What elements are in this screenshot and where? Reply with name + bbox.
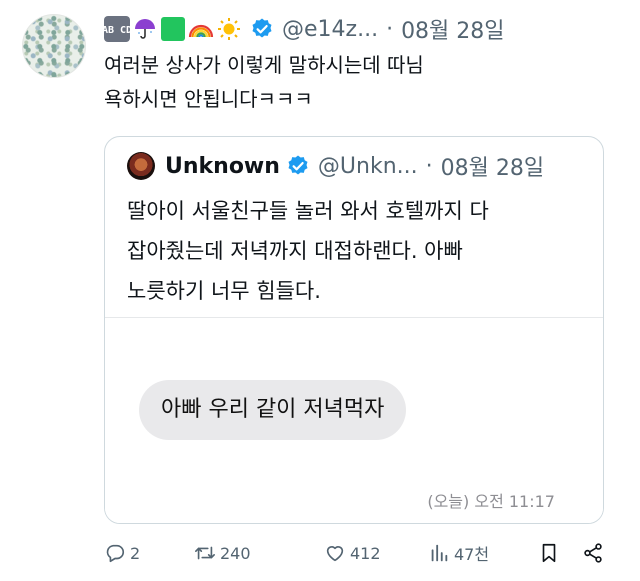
abcd-emoji-icon: AB CD	[102, 16, 132, 42]
reply-icon	[106, 544, 125, 563]
bookmark-button[interactable]	[538, 542, 564, 564]
umbrella-emoji-icon	[132, 16, 158, 42]
retweet-count: 240	[220, 543, 251, 563]
retweet-button[interactable]: 240	[194, 542, 251, 564]
like-button[interactable]: 412	[324, 542, 381, 564]
rainbow-emoji-icon	[188, 16, 214, 42]
quoted-text-line: 잡아줬는데 저녁까지 대접하랜다. 아빠	[127, 239, 463, 263]
author-handle[interactable]: @e14z...	[282, 17, 378, 42]
quoted-tweet-image[interactable]: 아빠 우리 같이 저녁먹자 (오늘) 오전 11:17	[105, 317, 603, 523]
quoted-author-name[interactable]: Unknown	[165, 154, 280, 179]
green-square-emoji-icon	[160, 16, 186, 42]
views-chart-icon	[431, 544, 448, 562]
share-button[interactable]	[582, 542, 608, 564]
reply-button[interactable]: 2	[104, 542, 140, 564]
tweet-actions: 2 240 412 47천	[104, 538, 614, 568]
like-count: 412	[350, 543, 381, 563]
tweet-text-line: 욕하시면 안됩니다ㅋㅋㅋ	[104, 87, 313, 111]
separator-dot: ·	[386, 16, 394, 42]
bookmark-icon	[542, 543, 556, 563]
retweet-icon	[195, 546, 215, 560]
quoted-tweet-header: Unknown @Unkn... · 08월 28일	[127, 151, 591, 181]
views-button[interactable]: 47천	[428, 541, 489, 565]
tweet-date[interactable]: 08월 28일	[401, 13, 504, 45]
message-bubble: 아빠 우리 같이 저녁먹자	[139, 380, 407, 440]
author-avatar[interactable]	[22, 14, 86, 78]
share-icon	[584, 543, 602, 563]
message-timestamp: (오늘) 오전 11:17	[427, 492, 555, 511]
quoted-text-line: 노릇하기 너무 힘들다.	[127, 279, 321, 303]
views-count: 47천	[454, 545, 490, 564]
heart-icon	[326, 546, 344, 562]
sun-emoji-icon	[216, 16, 242, 42]
separator-dot: ·	[425, 153, 433, 179]
verified-badge-icon	[288, 155, 308, 175]
reply-count: 2	[130, 543, 141, 563]
verified-badge-icon	[252, 18, 272, 38]
quoted-author-avatar[interactable]	[127, 152, 155, 180]
tweet-header: AB CD @e14z... · 08월 28일	[102, 12, 620, 46]
quoted-tweet-date[interactable]: 08월 28일	[441, 150, 544, 182]
quoted-author-handle[interactable]: @Unkn...	[318, 154, 418, 179]
quoted-tweet[interactable]: Unknown @Unkn... · 08월 28일 딸아이 서울친구들 놀러 …	[104, 136, 604, 524]
quoted-tweet-text: 딸아이 서울친구들 놀러 와서 호텔까지 다 잡아줬는데 저녁까지 대접하랜다.…	[127, 191, 597, 311]
tweet-text-line: 여러분 상사가 이렇게 말하시는데 따님	[104, 53, 424, 77]
tweet-text: 여러분 상사가 이렇게 말하시는데 따님 욕하시면 안됩니다ㅋㅋㅋ	[104, 48, 614, 116]
quoted-text-line: 딸아이 서울친구들 놀러 와서 호텔까지 다	[127, 199, 489, 223]
